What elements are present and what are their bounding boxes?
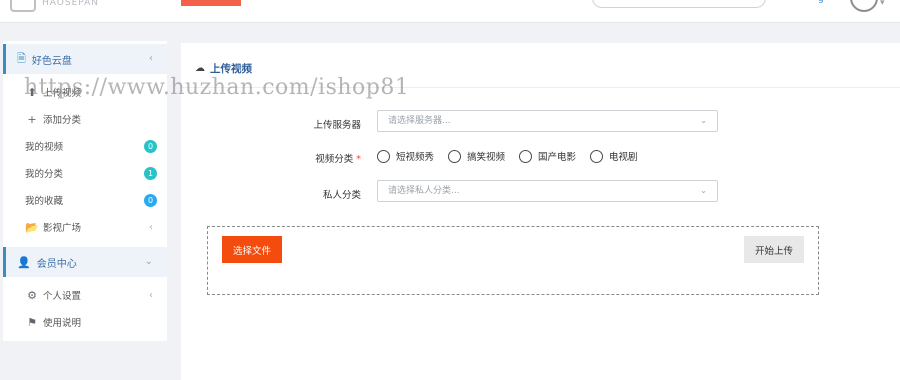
sidebar-group-label: 好色云盘	[31, 55, 72, 67]
radio-label: 国产电影	[538, 152, 577, 163]
chevron-left-icon: ‹	[149, 289, 153, 301]
header-active-tab[interactable]	[181, 0, 241, 6]
top-search-input[interactable]	[592, 0, 766, 8]
sidebar-item-label: 添加分类	[43, 115, 82, 126]
radio-circle[interactable]	[519, 149, 533, 163]
count-badge: 0	[144, 193, 157, 207]
category-radio-short[interactable]: 短视频秀	[377, 149, 434, 163]
sidebar-item-label: 影视广场	[43, 223, 82, 234]
required-mark: *	[356, 154, 361, 165]
radio-circle[interactable]	[590, 149, 604, 163]
category-radio-funny[interactable]: 搞笑视频	[448, 149, 505, 163]
logo-text: HAOSEPAN	[42, 0, 99, 8]
logo[interactable]: HAOSEPAN	[10, 0, 99, 12]
chevron-left-icon: ‹	[149, 221, 153, 233]
category-radio-group: 短视频秀 搞笑视频 国产电影 电视剧	[377, 149, 638, 163]
sidebar-item-label: 我的分类	[25, 169, 64, 180]
sidebar-item-label: 使用说明	[43, 318, 82, 329]
sidebar-item-label: 我的收藏	[25, 196, 64, 207]
upload-dropzone[interactable]: 选择文件 开始上传	[207, 226, 819, 295]
private-category-label: 私人分类	[322, 190, 361, 201]
avatar[interactable]	[850, 0, 878, 12]
sidebar-item-add-category[interactable]: + 添加分类	[3, 106, 167, 132]
gear-icon: ⚙	[27, 288, 37, 302]
chevron-down-icon[interactable]: ▾	[880, 0, 885, 8]
count-badge: 0	[144, 139, 157, 153]
server-select[interactable]: 请选择服务器... ⌄	[377, 110, 718, 132]
radio-circle[interactable]	[448, 149, 462, 163]
sidebar-item-help[interactable]: ⚑ 使用说明	[3, 309, 167, 335]
radio-circle[interactable]	[377, 149, 390, 163]
private-select-placeholder: 请选择私人分类...	[388, 186, 460, 196]
chevron-down-icon: ⌄	[700, 186, 707, 195]
category-radio-tv[interactable]: 电视剧	[590, 149, 638, 163]
plus-icon: +	[27, 112, 37, 126]
start-upload-button[interactable]: 开始上传	[744, 236, 804, 263]
category-label: 视频分类 *	[181, 151, 361, 165]
cloud-upload-icon: ☁	[195, 63, 205, 74]
radio-label: 电视剧	[609, 152, 638, 163]
category-label-text: 视频分类	[315, 154, 354, 165]
choose-file-button[interactable]: 选择文件	[222, 236, 282, 263]
logo-icon	[10, 0, 36, 12]
radio-label: 短视频秀	[396, 152, 435, 163]
sidebar-item-my-categories[interactable]: 我的分类 1	[3, 160, 167, 186]
sidebar-group-label: 会员中心	[36, 258, 77, 270]
user-link[interactable]: g	[818, 0, 824, 4]
radio-label: 搞笑视频	[467, 152, 506, 163]
server-label: 上传服务器	[313, 120, 361, 131]
sidebar-item-my-videos[interactable]: 我的视频 0	[3, 133, 167, 159]
count-badge: 1	[144, 166, 157, 180]
top-header: HAOSEPAN g ▾	[0, 0, 900, 23]
sidebar-item-label: 个人设置	[43, 291, 82, 302]
user-icon: 👤	[17, 255, 31, 269]
server-select-placeholder: 请选择服务器...	[388, 116, 451, 126]
sidebar-item-label: 我的视频	[25, 142, 64, 153]
sidebar-group-cloud[interactable]: 🗎 好色云盘 ‹	[3, 44, 167, 74]
chevron-down-icon: ⌄	[144, 256, 153, 267]
sidebar-item-film-square[interactable]: 📂 影视广场 ‹	[3, 214, 167, 240]
private-category-select[interactable]: 请选择私人分类... ⌄	[377, 180, 718, 202]
flag-icon: ⚑	[27, 315, 37, 329]
chevron-down-icon: ⌄	[700, 116, 707, 125]
sidebar-item-settings[interactable]: ⚙ 个人设置 ‹	[3, 282, 167, 308]
page-title-text: 上传视频	[210, 63, 252, 75]
chevron-left-icon: ‹	[149, 53, 153, 64]
category-radio-movie[interactable]: 国产电影	[519, 149, 576, 163]
folder-open-icon: 📂	[25, 220, 39, 234]
sidebar-group-member[interactable]: 👤 会员中心 ⌄	[3, 247, 167, 277]
sidebar-item-my-favorites[interactable]: 我的收藏 0	[3, 187, 167, 213]
page-title: ☁ 上传视频	[195, 61, 252, 76]
watermark: https://www.huzhan.com/ishop81	[24, 75, 410, 100]
file-icon: 🗎	[17, 51, 26, 65]
